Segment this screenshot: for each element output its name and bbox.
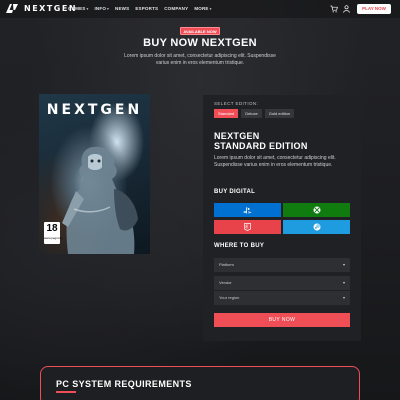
edition-title-line2: STANDARD EDITION bbox=[214, 141, 308, 151]
nav-link-label: GAMES bbox=[68, 6, 86, 11]
nav-link-esports[interactable]: ESPORTS bbox=[135, 6, 158, 11]
nav-link-info[interactable]: INFO ▾ bbox=[94, 6, 109, 11]
user-icon[interactable] bbox=[343, 5, 350, 13]
chevron-down-icon: ▾ bbox=[342, 280, 345, 285]
nav-link-more[interactable]: MORE ▾ bbox=[194, 6, 211, 11]
platform-dropdown[interactable]: Platform ▾ bbox=[214, 258, 350, 272]
edition-tab-deluxe[interactable]: Deluxe bbox=[241, 109, 262, 118]
page-title: BUY NOW NEXTGEN bbox=[143, 37, 257, 49]
chevron-down-icon: ▾ bbox=[342, 262, 345, 267]
epic-games-button[interactable] bbox=[214, 220, 281, 234]
dropdown-value: Platform bbox=[219, 262, 234, 267]
nav-link-label: INFO bbox=[94, 6, 107, 11]
dropdown-value: Your region bbox=[219, 295, 240, 300]
edition-tab-gold[interactable]: Gold edition bbox=[264, 109, 295, 118]
dropdown-value: Vendor bbox=[219, 280, 232, 285]
chevron-down-icon: ▾ bbox=[107, 6, 110, 11]
chevron-down-icon: ▾ bbox=[342, 295, 345, 300]
edition-tab-standard[interactable]: Standard bbox=[214, 109, 239, 118]
play-now-button[interactable]: PLAY NOW bbox=[357, 4, 391, 14]
pegi-rating: 18 bbox=[46, 223, 58, 234]
edition-description: Lorem ipsum dolor sit amet, consectetur … bbox=[214, 155, 336, 168]
nav-link-label: COMPANY bbox=[164, 6, 189, 11]
pegi-subtext: www.pegi.info bbox=[44, 236, 63, 240]
nav-link-games[interactable]: GAMES ▾ bbox=[68, 6, 88, 11]
nav-links: GAMES ▾ INFO ▾ NEWS ESPORTS COMPANY MORE… bbox=[68, 6, 212, 11]
steam-button[interactable] bbox=[283, 220, 350, 234]
region-dropdown[interactable]: Your region ▾ bbox=[214, 291, 350, 305]
nav-link-label: MORE bbox=[194, 6, 209, 11]
nav-link-label: ESPORTS bbox=[135, 6, 159, 11]
pegi-rating-badge: 18 www.pegi.info bbox=[44, 222, 63, 244]
system-requirements-title: PC SYSTEM REQUIREMENTS bbox=[56, 379, 192, 389]
xbox-button[interactable] bbox=[283, 203, 350, 217]
steam-icon bbox=[313, 223, 320, 231]
edition-title-line1: NEXTGEN bbox=[214, 131, 260, 141]
chevron-down-icon: ▾ bbox=[86, 6, 89, 11]
logo-mark-icon[interactable] bbox=[6, 4, 18, 13]
warrior-figure-illustration bbox=[62, 146, 138, 254]
nav-link-company[interactable]: COMPANY bbox=[164, 6, 188, 11]
xbox-icon bbox=[313, 206, 320, 214]
vendor-dropdown[interactable]: Vendor ▾ bbox=[214, 276, 350, 290]
where-to-buy-label: WHERE TO BUY bbox=[214, 243, 265, 249]
edition-tabs: Standard Deluxe Gold edition bbox=[214, 109, 295, 118]
chevron-down-icon: ▾ bbox=[209, 6, 212, 11]
buy-now-button[interactable]: BUY NOW bbox=[214, 313, 350, 327]
title-underline bbox=[56, 391, 76, 393]
buy-digital-label: BUY DIGITAL bbox=[214, 189, 256, 195]
hero-description: Lorem ipsum dolor sit amet, consectetur … bbox=[124, 53, 276, 66]
edition-title: NEXTGEN STANDARD EDITION bbox=[214, 131, 308, 151]
available-now-badge: AVAILABLE NOW bbox=[180, 27, 220, 35]
game-cover: NEXTGEN 18 www.pegi.info bbox=[39, 94, 150, 254]
epic-games-icon bbox=[244, 223, 251, 231]
cover-title: NEXTGEN bbox=[46, 102, 143, 118]
nav-link-label: NEWS bbox=[115, 6, 130, 11]
select-edition-label: SELECT EDITION: bbox=[214, 101, 259, 106]
playstation-icon bbox=[243, 206, 252, 214]
cart-icon[interactable] bbox=[330, 5, 338, 13]
top-nav: NEXTGEN GAMES ▾ INFO ▾ NEWS ESPORTS COMP… bbox=[0, 0, 400, 18]
playstation-button[interactable] bbox=[214, 203, 281, 217]
nav-link-news[interactable]: NEWS bbox=[115, 6, 129, 11]
